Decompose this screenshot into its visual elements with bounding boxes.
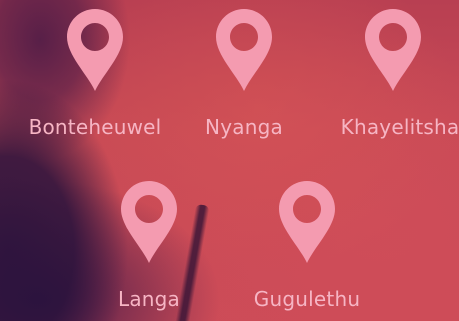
location-nyanga[interactable]: Nyanga — [174, 8, 314, 139]
map-marker-icon — [278, 180, 336, 264]
location-khayelitsha[interactable]: Khayelitsha — [323, 8, 459, 139]
map-marker-icon — [120, 180, 178, 264]
map-marker-icon — [66, 8, 124, 92]
location-gugulethu[interactable]: Gugulethu — [237, 180, 377, 311]
location-label: Bonteheuwel — [28, 115, 162, 139]
map-marker-icon — [215, 8, 273, 92]
location-langa[interactable]: Langa — [79, 180, 219, 311]
location-label: Langa — [117, 287, 181, 311]
locations-screen: Bonteheuwel Nyanga Khayelitsha Langa Gug… — [0, 0, 459, 321]
location-label: Khayelitsha — [340, 115, 459, 139]
location-bonteheuwel[interactable]: Bonteheuwel — [25, 8, 165, 139]
location-label: Gugulethu — [253, 287, 361, 311]
map-marker-icon — [364, 8, 422, 92]
location-label: Nyanga — [205, 115, 283, 139]
